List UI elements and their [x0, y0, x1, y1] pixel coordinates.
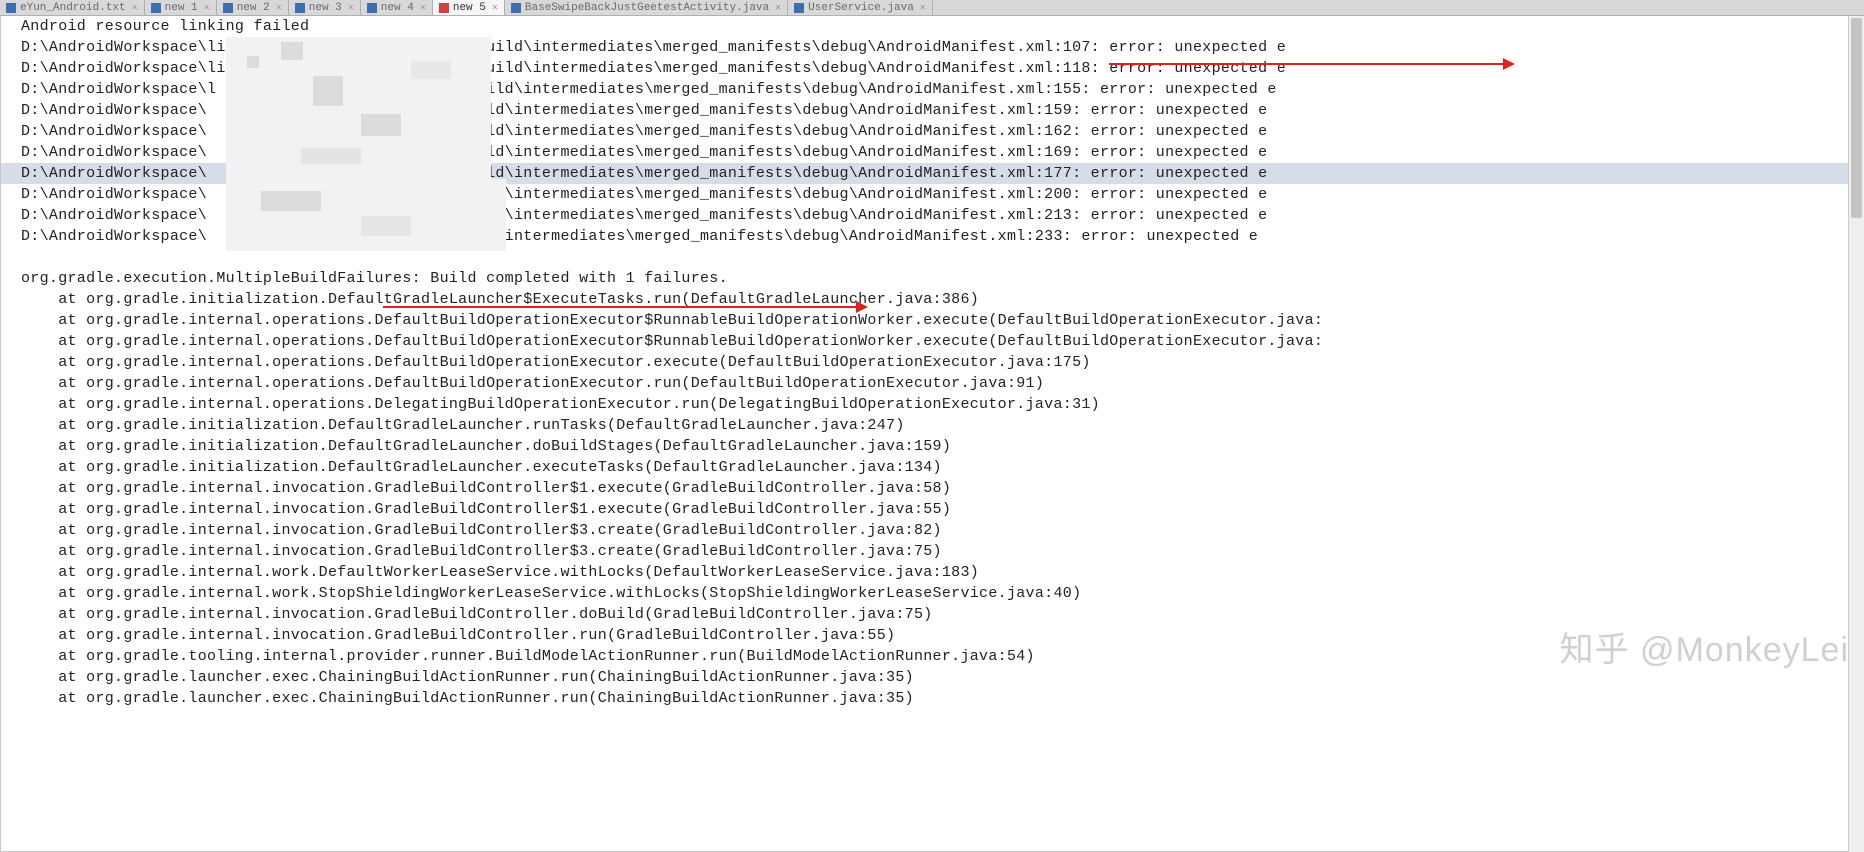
redaction-mask	[226, 179, 506, 251]
pixel-blur	[247, 56, 259, 68]
tab-userservice-java[interactable]: UserService.java ✕	[788, 0, 933, 16]
tab-label: new 5	[453, 2, 486, 14]
tab-new-3[interactable]: new 3 ✕	[289, 0, 361, 16]
close-icon[interactable]: ✕	[348, 2, 354, 14]
tab-new-2[interactable]: new 2 ✕	[217, 0, 289, 16]
scrollbar-thumb[interactable]	[1851, 18, 1862, 218]
editor-line[interactable]: Android resource linking failed	[1, 16, 1863, 37]
editor-line[interactable]: at org.gradle.internal.operations.Defaul…	[1, 373, 1863, 394]
editor-line[interactable]: at org.gradle.internal.operations.Defaul…	[1, 352, 1863, 373]
editor-pane[interactable]: Android resource linking failedD:\Androi…	[0, 16, 1864, 852]
editor-line[interactable]: at org.gradle.internal.invocation.Gradle…	[1, 604, 1863, 625]
editor-line[interactable]: at org.gradle.tooling.internal.provider.…	[1, 646, 1863, 667]
editor-line[interactable]: at org.gradle.internal.invocation.Gradle…	[1, 478, 1863, 499]
tab-label: eYun_Android.txt	[20, 2, 126, 14]
tab-label: new 3	[309, 2, 342, 14]
close-icon[interactable]: ✕	[132, 2, 138, 14]
tab-label: UserService.java	[808, 2, 914, 14]
tab-eyun-android-txt[interactable]: eYun_Android.txt ✕	[0, 0, 145, 16]
editor-line[interactable]: at org.gradle.internal.invocation.Gradle…	[1, 520, 1863, 541]
editor-line[interactable]: at org.gradle.internal.invocation.Gradle…	[1, 541, 1863, 562]
tab-new-5[interactable]: new 5 ✕	[433, 0, 505, 16]
tab-label: new 2	[237, 2, 270, 14]
editor-line[interactable]: at org.gradle.internal.operations.Delega…	[1, 394, 1863, 415]
pixel-blur	[361, 216, 411, 236]
close-icon[interactable]: ✕	[492, 2, 498, 14]
tab-label: new 1	[165, 2, 198, 14]
editor-line[interactable]: org.gradle.execution.MultipleBuildFailur…	[1, 268, 1863, 289]
pixel-blur	[411, 61, 451, 79]
close-icon[interactable]: ✕	[920, 2, 926, 14]
editor-line[interactable]: at org.gradle.internal.work.DefaultWorke…	[1, 562, 1863, 583]
tab-new-1[interactable]: new 1 ✕	[145, 0, 217, 16]
vertical-scrollbar[interactable]	[1848, 16, 1864, 852]
annotation-arrow-icon	[383, 306, 858, 308]
tab-label: new 4	[381, 2, 414, 14]
editor-line[interactable]: at org.gradle.internal.invocation.Gradle…	[1, 625, 1863, 646]
editor-line[interactable]: at org.gradle.internal.invocation.Gradle…	[1, 499, 1863, 520]
close-icon[interactable]: ✕	[420, 2, 426, 14]
editor-line[interactable]: at org.gradle.initialization.DefaultGrad…	[1, 436, 1863, 457]
editor-line[interactable]: at org.gradle.internal.work.StopShieldin…	[1, 583, 1863, 604]
editor-line[interactable]: at org.gradle.internal.operations.Defaul…	[1, 310, 1863, 331]
close-icon[interactable]: ✕	[204, 2, 210, 14]
editor-line[interactable]: at org.gradle.initialization.DefaultGrad…	[1, 289, 1863, 310]
tab-label: BaseSwipeBackJustGeetestActivity.java	[525, 2, 769, 14]
close-icon[interactable]: ✕	[276, 2, 282, 14]
pixel-blur	[301, 148, 361, 164]
pixel-blur	[313, 76, 343, 106]
annotation-arrow-icon	[1109, 63, 1505, 65]
tab-baseswipebackjustgeetestactivity-java[interactable]: BaseSwipeBackJustGeetestActivity.java ✕	[505, 0, 788, 16]
editor-line[interactable]: at org.gradle.launcher.exec.ChainingBuil…	[1, 667, 1863, 688]
close-icon[interactable]: ✕	[775, 2, 781, 14]
editor-line[interactable]: at org.gradle.launcher.exec.ChainingBuil…	[1, 688, 1863, 709]
editor-line[interactable]: at org.gradle.initialization.DefaultGrad…	[1, 457, 1863, 478]
tab-new-4[interactable]: new 4 ✕	[361, 0, 433, 16]
tab-bar: eYun_Android.txt✕new 1✕new 2✕new 3✕new 4…	[0, 0, 1864, 16]
editor-line[interactable]: at org.gradle.initialization.DefaultGrad…	[1, 415, 1863, 436]
pixel-blur	[361, 114, 401, 136]
pixel-blur	[261, 191, 321, 211]
editor-line[interactable]: at org.gradle.internal.operations.Defaul…	[1, 331, 1863, 352]
pixel-blur	[281, 42, 303, 60]
